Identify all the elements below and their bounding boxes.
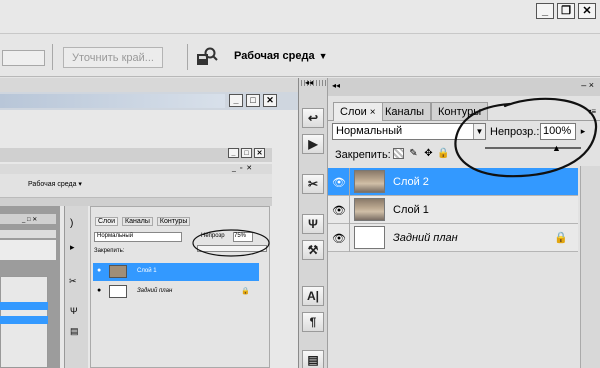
tab-layers-label: Слои: [340, 106, 367, 118]
restore-button[interactable]: ❐: [557, 3, 575, 19]
inner-layer-row: ● Задний план 🔒: [93, 283, 259, 301]
panel-minimize-icon[interactable]: – ×: [581, 80, 594, 90]
inner-minimize-button: _: [228, 148, 239, 158]
layer-thumbnail: [354, 226, 385, 249]
tab-paths[interactable]: Контуры: [431, 102, 489, 120]
inner-lock-label: Закрепить:: [94, 248, 125, 254]
blend-mode-value: Нормальный: [336, 125, 403, 137]
inner-maximize-button: □: [241, 148, 252, 158]
inner-layers-panel: Слои Каналы Контуры Нормальный Непрозр 7…: [90, 206, 270, 368]
doc-window-titlebar: _ □ ✕: [0, 92, 298, 110]
lock-pixels-icon[interactable]: ✎: [408, 148, 419, 159]
opacity-slider-toggle[interactable]: ▸: [578, 123, 588, 140]
lock-icon: 🔒: [554, 232, 568, 244]
application-title-bar: _ ❐ ✕: [0, 0, 600, 34]
panel-dock: ◂◂ ↩ ▶ ✂ Ψ ⚒ A| ¶ ▤: [298, 78, 328, 368]
lock-options: ✎ ✥ 🔒: [393, 148, 450, 159]
tab-layers[interactable]: Слои ×: [333, 102, 383, 121]
doc-tab-strip: [0, 78, 298, 92]
minimize-button[interactable]: _: [536, 3, 554, 19]
inner-tab: Контуры: [156, 217, 191, 226]
layer-name: Слой 1: [393, 204, 429, 216]
inner-close-button: ✕: [254, 148, 265, 158]
character-icon[interactable]: A|: [302, 286, 324, 306]
inner-ink-circle: [192, 229, 270, 257]
opacity-slider-track[interactable]: [485, 147, 581, 149]
notes-icon[interactable]: ▤: [302, 350, 324, 368]
inner-tab: Слои: [95, 217, 119, 226]
opacity-slider-thumb[interactable]: ▲: [552, 144, 561, 153]
doc-canvas-screenshot: _ □ ✕ _ ▫ ✕ Рабочая среда ▾ _ □ ✕ ) ▸ ✂ …: [0, 110, 298, 368]
doc-minimize-button[interactable]: _: [229, 94, 243, 107]
brush-presets-icon[interactable]: ✂: [302, 174, 324, 194]
layer-row[interactable]: 👁 Задний план 🔒: [328, 224, 578, 252]
doc-maximize-button[interactable]: □: [246, 94, 260, 107]
layers-panel: Слои × Каналы Контуры ▾≡ Нормальный ▼ Неп…: [328, 96, 600, 368]
options-bar: Уточнить край... Рабочая среда ▼: [0, 34, 600, 77]
history-icon[interactable]: ↩: [302, 108, 324, 128]
close-button[interactable]: ✕: [578, 3, 596, 19]
chevron-down-icon: ▼: [473, 124, 485, 139]
layer-thumbnail: [354, 198, 385, 221]
collapse-arrow-icon[interactable]: ◂◂: [305, 78, 313, 87]
panel-collapse-icon[interactable]: ◂◂: [332, 81, 340, 90]
tab-channels-label: Каналы: [385, 105, 425, 118]
options-field[interactable]: [2, 50, 45, 66]
opacity-label: Непрозр.:: [490, 126, 540, 138]
layer-name: Задний план: [393, 232, 458, 244]
inner-winbtns: _ ▫ ✕: [232, 165, 254, 172]
eye-icon[interactable]: 👁: [332, 203, 346, 217]
clone-source-icon[interactable]: Ψ: [302, 214, 324, 234]
lock-position-icon[interactable]: ✥: [423, 148, 434, 159]
window-controls: _ ❐ ✕: [536, 3, 596, 19]
tool-presets-icon[interactable]: ⚒: [302, 240, 324, 260]
lock-all-icon[interactable]: 🔒: [437, 148, 449, 159]
eye-icon[interactable]: 👁: [332, 231, 346, 245]
inner-blend: Нормальный: [94, 232, 182, 242]
inner-layer-row: ● Слой 1: [93, 263, 259, 281]
lock-transparency-icon[interactable]: [393, 148, 404, 159]
tab-close-icon[interactable]: ×: [370, 107, 376, 118]
lock-label: Закрепить:: [335, 149, 391, 161]
layer-thumbnail: [354, 170, 385, 193]
tab-channels[interactable]: Каналы: [378, 102, 432, 120]
panel-menu-icon[interactable]: ▾≡: [587, 107, 596, 116]
doc-close-button[interactable]: ✕: [263, 94, 277, 107]
refine-edge-button[interactable]: Уточнить край...: [63, 47, 163, 68]
panel-scrollbar[interactable]: [580, 166, 600, 368]
layer-row[interactable]: 👁 Слой 2: [328, 168, 578, 196]
tab-paths-label: Контуры: [438, 105, 482, 118]
inner-workspace-label: Рабочая среда ▾: [28, 181, 82, 188]
separator: [187, 44, 188, 70]
opacity-field[interactable]: 100%: [540, 123, 576, 140]
paragraph-icon[interactable]: ¶: [302, 312, 324, 332]
separator: [52, 44, 53, 70]
layer-row[interactable]: 👁 Слой 1: [328, 196, 578, 224]
workspace-menu[interactable]: Рабочая среда ▼: [234, 50, 328, 62]
eye-icon[interactable]: 👁: [332, 175, 346, 189]
doc-window-controls: _ □ ✕: [229, 94, 277, 107]
layer-name: Слой 2: [393, 176, 429, 188]
actions-icon[interactable]: ▶: [302, 134, 324, 154]
mini-bridge-icon[interactable]: [196, 47, 218, 67]
blend-mode-select[interactable]: Нормальный ▼: [332, 123, 486, 140]
workspace-label: Рабочая среда: [234, 50, 315, 62]
inner-tab: Каналы: [122, 217, 153, 226]
chevron-down-icon: ▼: [318, 51, 328, 61]
document-area: _ □ ✕ _ □ ✕ _ ▫ ✕ Рабочая среда ▾ _ □ ✕: [0, 78, 298, 368]
panel-header-strip: ◂◂ – ×: [328, 78, 600, 96]
